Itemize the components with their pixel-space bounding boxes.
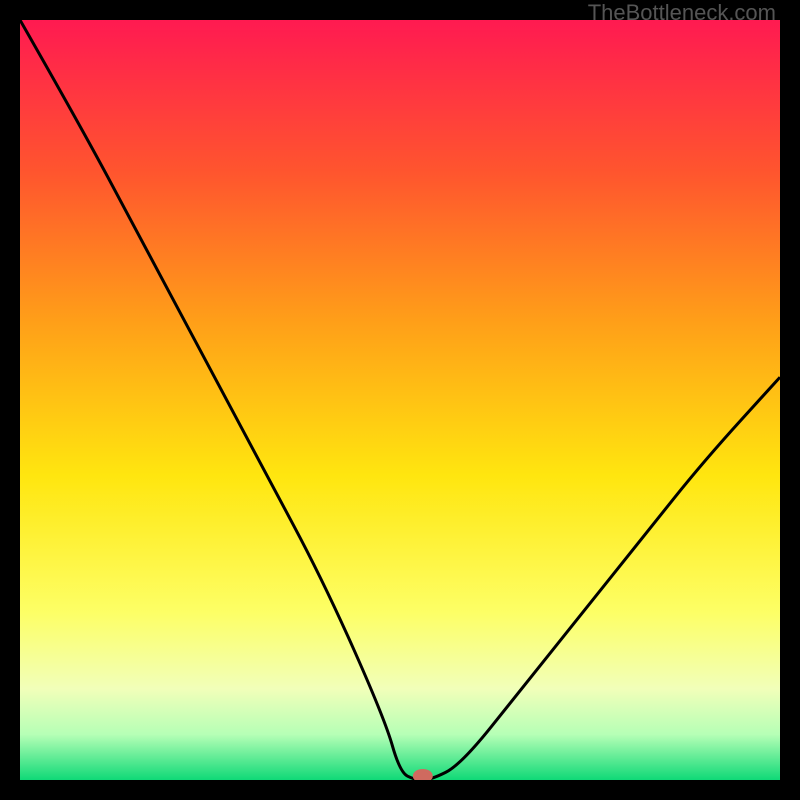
chart-background	[20, 20, 780, 780]
watermark-text: TheBottleneck.com	[588, 0, 776, 26]
bottleneck-chart	[20, 20, 780, 780]
chart-frame	[20, 20, 780, 780]
